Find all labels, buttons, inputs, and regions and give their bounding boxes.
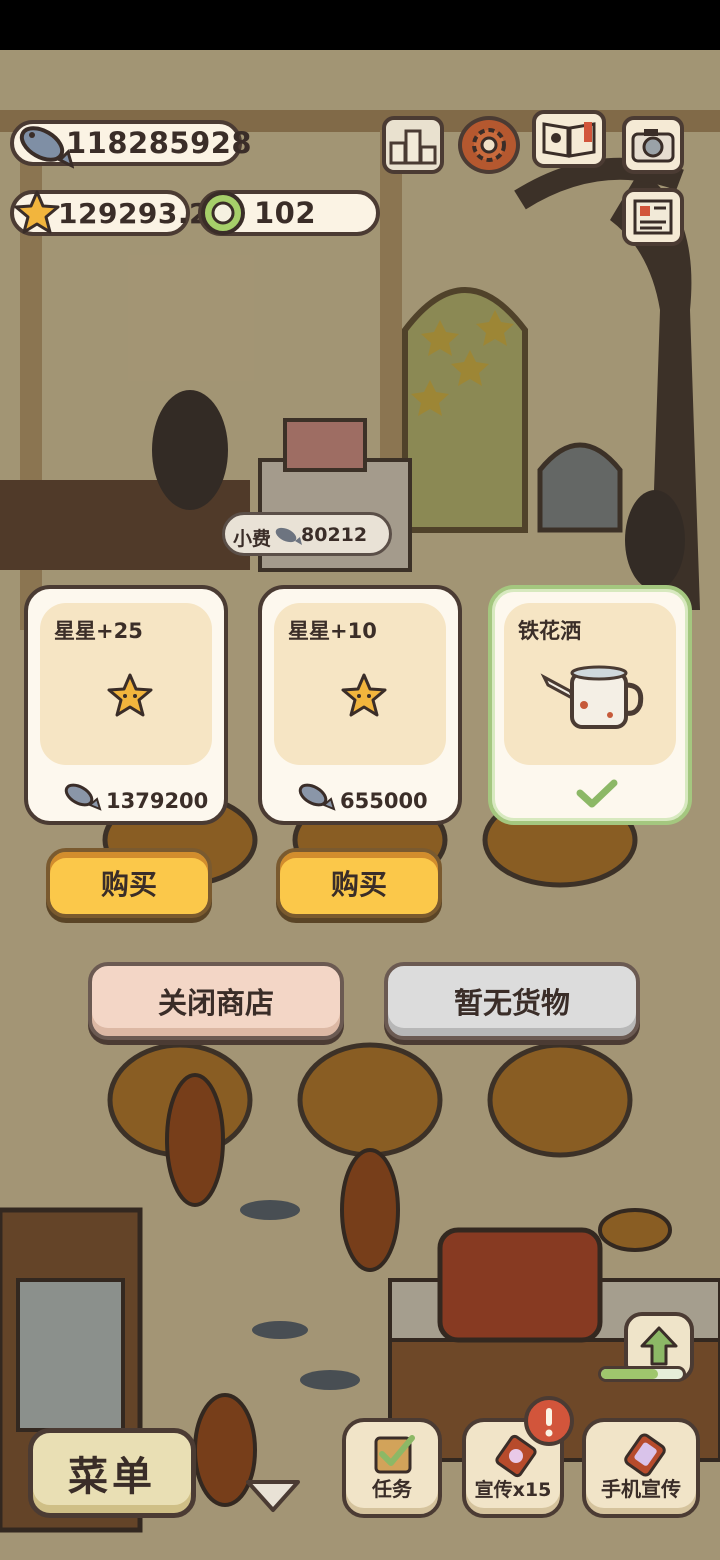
promo-label: 宣传x15 — [474, 1479, 552, 1501]
alert-badge — [524, 1396, 574, 1446]
fish-counter: 118285928 — [10, 120, 252, 169]
shop-item-card-owned[interactable]: 铁花洒 — [488, 585, 692, 825]
star-icon — [14, 190, 60, 234]
item-title: 星星+10 — [288, 619, 377, 643]
phone-promo-label: 手机宣传 — [601, 1477, 681, 1501]
book-icon — [542, 122, 596, 158]
task-label: 任务 — [372, 1477, 412, 1501]
tip-bubble[interactable]: 小费 80212 — [222, 512, 392, 556]
shop-item-card[interactable]: 星星+10 655000 — [258, 585, 462, 825]
item-title: 星星+25 — [54, 619, 143, 643]
cat-book-button[interactable] — [532, 110, 606, 168]
check-icon — [576, 779, 618, 808]
camera-button[interactable] — [622, 116, 684, 174]
up-arrow-icon — [640, 1326, 678, 1366]
phone-promo-button[interactable]: 手机宣传 — [582, 1418, 700, 1518]
checklist-icon — [374, 1435, 415, 1474]
item-price: 655000 — [340, 789, 428, 813]
star-counter: 129293.2 — [10, 190, 209, 236]
star-amount: 129293.2 — [58, 196, 210, 230]
fish-icon — [275, 527, 302, 545]
fish-icon — [64, 783, 102, 811]
exclamation-icon — [545, 1408, 553, 1437]
buy-button[interactable]: 购买 — [46, 848, 212, 918]
buy-button[interactable]: 购买 — [276, 848, 442, 918]
chevron-down-icon[interactable] — [244, 1476, 302, 1514]
settings-button[interactable] — [458, 116, 520, 174]
tip-amount: 80212 — [301, 524, 368, 546]
podium-icon — [389, 129, 437, 165]
watering-can-icon — [540, 665, 644, 729]
no-goods-button[interactable]: 暂无货物 — [384, 962, 640, 1040]
promo-card-icon — [495, 1434, 537, 1478]
status-bar — [0, 0, 720, 50]
token-amount: 102 — [254, 196, 317, 230]
fish-icon — [19, 126, 74, 169]
ranking-button[interactable] — [382, 116, 444, 174]
fish-amount: 118285928 — [66, 126, 253, 160]
tip-label: 小费 — [233, 528, 272, 550]
phone-icon — [624, 1433, 666, 1477]
star-icon — [107, 673, 153, 717]
shop-item-card[interactable]: 星星+25 1379200 — [24, 585, 228, 825]
fish-icon — [298, 783, 336, 811]
close-shop-button[interactable]: 关闭商店 — [88, 962, 344, 1040]
game-screen: 118285928 129293.2 102 小费 80212 星星+25 13… — [0, 0, 720, 1560]
progress-fill — [601, 1369, 659, 1379]
item-title: 铁花洒 — [518, 619, 581, 643]
progress-bar — [598, 1366, 686, 1382]
task-button[interactable]: 任务 — [342, 1418, 442, 1518]
camera-icon — [631, 129, 675, 163]
newspaper-button[interactable] — [622, 188, 684, 246]
item-price: 1379200 — [106, 789, 209, 813]
gear-icon — [472, 128, 506, 162]
green-token-icon — [201, 191, 245, 235]
menu-button[interactable]: 菜单 — [28, 1428, 196, 1518]
newspaper-icon — [633, 199, 673, 235]
star-icon — [341, 673, 387, 717]
token-counter: 102 — [198, 190, 380, 236]
